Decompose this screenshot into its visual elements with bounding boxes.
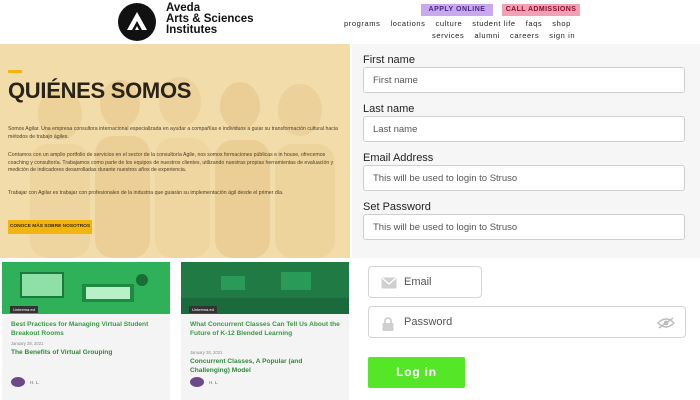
article-subtitle[interactable]: The Benefits of Virtual Grouping: [11, 349, 163, 358]
nav-link-shop[interactable]: shop: [552, 19, 571, 28]
email-address-label: Email Address: [363, 152, 434, 164]
site-header: Aveda Arts & Sciences Institutes APPLY O…: [0, 0, 700, 44]
category-badge: Unkrema.ed: [10, 306, 38, 313]
nav-link-sign-in[interactable]: sign in: [549, 31, 575, 40]
secondary-nav: services alumni careers sign in: [432, 31, 575, 40]
hero-section: QUIÉNES SOMOS Somos Agilar. Una empresa …: [0, 44, 350, 258]
lock-icon: [382, 317, 394, 331]
author-name: H. L.: [30, 380, 40, 385]
article-date: January 28, 2021: [11, 341, 44, 346]
hero-paragraph-1: Somos Agilar. Una empresa consultora int…: [8, 126, 338, 140]
login-email-field[interactable]: Email: [368, 266, 482, 298]
email-address-input[interactable]: [363, 165, 685, 191]
page: Aveda Arts & Sciences Institutes APPLY O…: [0, 0, 700, 400]
nav-link-programs[interactable]: programs: [344, 19, 380, 28]
category-badge: Unkrema.ed: [189, 306, 217, 313]
set-password-input[interactable]: [363, 214, 685, 240]
article-title[interactable]: Best Practices for Managing Virtual Stud…: [11, 321, 163, 338]
author-avatar: [11, 377, 25, 387]
envelope-icon: [381, 277, 397, 289]
nav-link-services[interactable]: services: [432, 31, 464, 40]
article-subtitle[interactable]: Concurrent Classes, A Popular (and Chall…: [190, 358, 342, 375]
logo-arrow-icon: [127, 12, 147, 30]
hero-paragraph-2: Contamos con un amplio portfolio de serv…: [8, 152, 334, 173]
author-avatar: [190, 377, 204, 387]
login-password-label: Password: [404, 316, 453, 328]
logo-mark-icon[interactable]: [118, 3, 156, 41]
last-name-input[interactable]: [363, 116, 685, 142]
nav-link-culture[interactable]: culture: [436, 19, 463, 28]
set-password-label: Set Password: [363, 201, 431, 213]
nav-link-careers[interactable]: careers: [510, 31, 539, 40]
nav-link-locations[interactable]: locations: [390, 19, 425, 28]
first-name-label: First name: [363, 54, 415, 66]
login-email-label: Email: [404, 276, 432, 288]
call-admissions-button[interactable]: CALL ADMISSIONS: [502, 4, 580, 16]
about-us-button[interactable]: CONOCE MÁS SOBRE NOSOTROS: [8, 220, 92, 234]
nav-link-faqs[interactable]: faqs: [526, 19, 543, 28]
primary-nav: programs locations culture student life …: [344, 19, 571, 28]
login-button[interactable]: Log in: [368, 357, 465, 388]
article-card[interactable]: Unkrema.ed Best Practices for Managing V…: [2, 262, 170, 400]
last-name-label: Last name: [363, 103, 415, 115]
first-name-input[interactable]: [363, 67, 685, 93]
logo-line-3: Institutes: [166, 24, 218, 36]
article-date: January 28, 2021: [190, 350, 223, 355]
nav-link-student-life[interactable]: student life: [472, 19, 515, 28]
author-name: H. L.: [209, 380, 219, 385]
hero-paragraph-3: Trabajar con Agilar es trabajar con prof…: [8, 190, 284, 196]
apply-online-button[interactable]: APPLY ONLINE: [421, 4, 493, 16]
signup-form: First name Last name Email Address Set P…: [352, 44, 700, 258]
article-card[interactable]: Unkrema.ed What Concurrent Classes Can T…: [181, 262, 349, 400]
hero-accent-bar: [8, 70, 22, 73]
logo-text[interactable]: Aveda Arts & Sciences Institutes: [166, 2, 254, 36]
article-title[interactable]: What Concurrent Classes Can Tell Us Abou…: [190, 321, 342, 338]
login-password-field[interactable]: Password: [368, 306, 686, 338]
hero-title: QUIÉNES SOMOS: [8, 78, 192, 103]
eye-slash-icon[interactable]: [657, 317, 675, 329]
nav-link-alumni[interactable]: alumni: [474, 31, 500, 40]
